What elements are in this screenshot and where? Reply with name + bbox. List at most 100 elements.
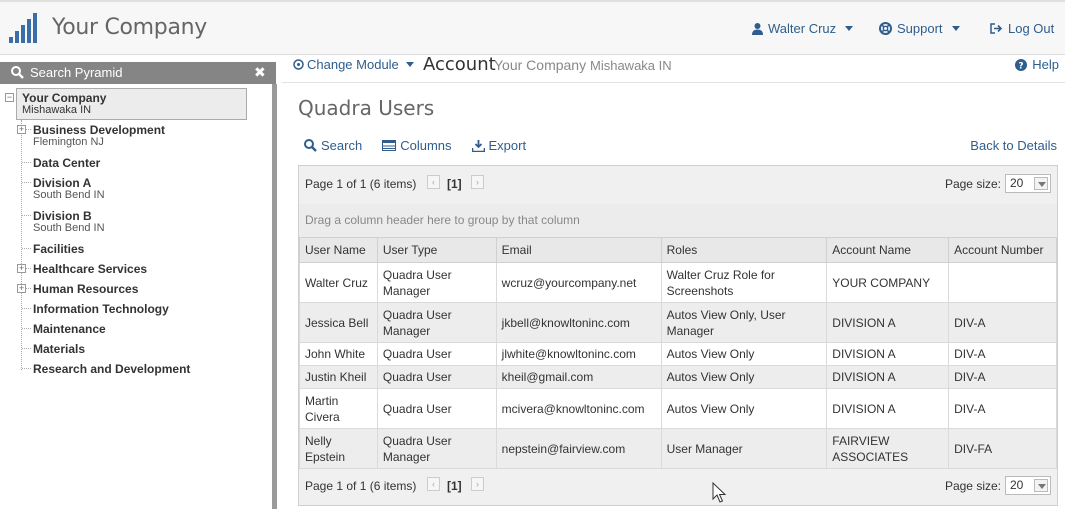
tree-item-name: Division A — [33, 176, 92, 190]
next-page-button[interactable]: › — [471, 477, 484, 491]
next-page-button[interactable]: › — [471, 175, 484, 189]
tree-item-division-b[interactable]: Division B South Bend IN — [33, 209, 105, 234]
export-button[interactable]: Export — [471, 138, 527, 153]
page-size-select[interactable]: 20 — [1005, 476, 1051, 495]
tree-root-node[interactable]: Your Company Mishawaka IN — [16, 88, 247, 120]
logout-link[interactable]: Log Out — [990, 21, 1054, 36]
user-menu[interactable]: Walter Cruz — [752, 21, 854, 36]
search-button[interactable]: Search — [304, 138, 362, 153]
tree-item-name: Facilities — [33, 242, 85, 256]
users-grid: Page 1 of 1 (6 items) ‹ [1] › Page size:… — [298, 165, 1058, 506]
columns-button[interactable]: Columns — [382, 138, 452, 153]
close-icon[interactable]: ✖ — [254, 64, 266, 81]
svg-text:?: ? — [1019, 61, 1024, 71]
tree-connector — [22, 348, 31, 349]
support-menu[interactable]: Support — [879, 21, 960, 36]
table-row[interactable]: Jessica Bell Quadra User Manager jkbell@… — [299, 302, 1057, 343]
table-cell: DIV-FA — [948, 428, 1057, 469]
collapse-toggle-icon[interactable]: − — [5, 93, 14, 102]
module-location: Mishawaka IN — [590, 58, 672, 73]
table-cell: kheil@gmail.com — [495, 365, 662, 389]
table-row[interactable]: Nelly Epstein Quadra User Manager nepste… — [299, 428, 1057, 469]
table-cell: Quadra User — [376, 365, 497, 389]
page-title: Quadra Users — [298, 96, 435, 120]
table-row[interactable]: John White Quadra User jlwhite@knowltoni… — [299, 342, 1057, 366]
table-cell — [948, 262, 1057, 303]
export-label: Export — [488, 138, 527, 153]
table-cell: John White — [299, 342, 378, 366]
tree-connector — [22, 368, 31, 369]
table-cell: Martin Civera — [299, 388, 378, 429]
table-row[interactable]: Martin Civera Quadra User mcivera@knowlt… — [299, 388, 1057, 429]
tree-item-location: South Bend IN — [33, 189, 105, 201]
column-header-roles[interactable]: Roles — [660, 237, 828, 263]
top-pager: Page 1 of 1 (6 items) ‹ [1] › Page size:… — [299, 166, 1057, 204]
column-header-email[interactable]: Email — [495, 237, 662, 263]
tree-item-healthcare-services[interactable]: Healthcare Services — [33, 262, 147, 276]
search-label: Search — [321, 138, 363, 153]
tree-item-human-resources[interactable]: Human Resources — [33, 282, 138, 296]
grid-toolbar: Search Columns Export — [304, 138, 546, 153]
column-header-user-name[interactable]: User Name — [299, 237, 378, 263]
group-by-area[interactable]: Drag a column header here to group by th… — [299, 204, 1057, 237]
table-cell: Walter Cruz — [299, 262, 378, 303]
company-name: Your Company — [52, 15, 208, 40]
table-cell: Quadra User Manager — [376, 302, 497, 343]
column-header-user-type[interactable]: User Type — [376, 237, 497, 263]
table-header-row: User Name User Type Email Roles Account … — [299, 237, 1057, 263]
help-link[interactable]: ? Help — [1015, 57, 1059, 72]
tree-item-information-technology[interactable]: Information Technology — [33, 302, 169, 316]
table-cell: DIV-A — [948, 342, 1057, 366]
table-row[interactable]: Walter Cruz Quadra User Manager wcruz@yo… — [299, 262, 1057, 303]
table-cell: nepstein@fairview.com — [495, 428, 662, 469]
table-cell: Quadra User — [376, 342, 497, 366]
chevron-down-icon — [951, 26, 960, 31]
tree-item-name: Healthcare Services — [33, 262, 148, 276]
table-cell: YOUR COMPANY — [826, 262, 950, 303]
chevron-down-icon — [845, 26, 854, 31]
logout-icon — [990, 23, 1003, 34]
tree-item-location: Flemington NJ — [33, 136, 104, 148]
table-cell: mcivera@knowltoninc.com — [495, 388, 662, 429]
company-logo-icon — [9, 13, 39, 43]
prev-page-button[interactable]: ‹ — [427, 175, 440, 189]
tree-item-data-center[interactable]: Data Center — [33, 156, 100, 170]
tree-item-facilities[interactable]: Facilities — [33, 242, 84, 256]
table-cell: Autos View Only — [660, 365, 828, 389]
expand-toggle-icon[interactable]: + — [17, 264, 26, 273]
support-label: Support — [897, 21, 943, 36]
tree-connector — [22, 308, 31, 309]
table-cell: DIVISION A — [826, 388, 950, 429]
back-to-details-link[interactable]: Back to Details — [970, 138, 1057, 153]
column-header-account-number[interactable]: Account Number — [948, 237, 1057, 263]
page-size-control: Page size: 20 — [945, 174, 1051, 193]
prev-page-button[interactable]: ‹ — [427, 477, 440, 491]
tree-item-business-development[interactable]: Business Development Flemington NJ — [33, 123, 165, 148]
expand-toggle-icon[interactable]: + — [17, 125, 26, 134]
tree-item-division-a[interactable]: Division A South Bend IN — [33, 176, 105, 201]
change-module-dropdown[interactable]: Change Module — [293, 57, 414, 72]
tree-item-location: South Bend IN — [33, 222, 105, 234]
help-label: Help — [1032, 57, 1059, 72]
download-icon — [471, 139, 485, 152]
page-size-value: 20 — [1010, 176, 1024, 190]
lifebuoy-icon — [879, 22, 892, 35]
tree-root-name: Your Company — [22, 91, 107, 105]
table-cell: Quadra User Manager — [376, 428, 497, 469]
page-size-select[interactable]: 20 — [1005, 174, 1051, 193]
search-icon — [11, 66, 24, 79]
search-pyramid-bar[interactable]: Search Pyramid ✖ — [0, 62, 276, 84]
expand-toggle-icon[interactable]: + — [17, 284, 26, 293]
tree-item-materials[interactable]: Materials — [33, 342, 85, 356]
column-header-account-name[interactable]: Account Name — [826, 237, 950, 263]
table-cell: Autos View Only, User Manager — [660, 302, 828, 343]
tree-item-research-and-development[interactable]: Research and Development — [33, 362, 190, 376]
table-cell: DIVISION A — [826, 302, 950, 343]
tree-item-name: Human Resources — [33, 282, 139, 296]
table-cell: DIV-A — [948, 388, 1057, 429]
search-pyramid-label: Search Pyramid — [30, 65, 123, 80]
table-row[interactable]: Justin Kheil Quadra User kheil@gmail.com… — [299, 365, 1057, 389]
panel-splitter[interactable] — [272, 84, 277, 509]
tree-item-maintenance[interactable]: Maintenance — [33, 322, 106, 336]
tree-item-name: Research and Development — [33, 362, 191, 376]
